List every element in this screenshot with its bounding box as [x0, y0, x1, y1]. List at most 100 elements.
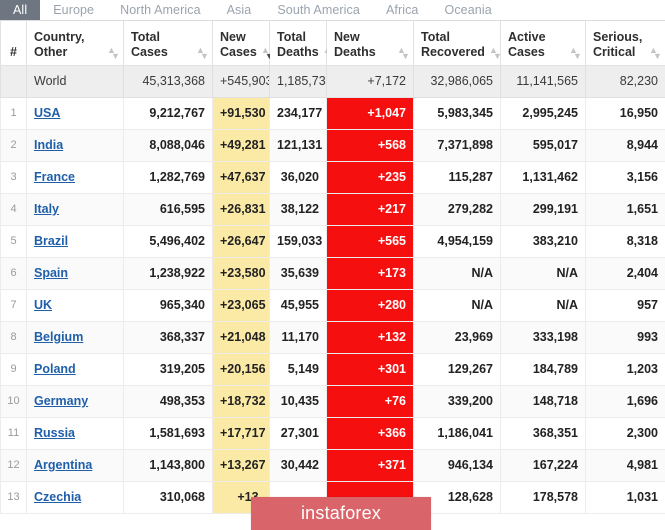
region-tab-south-america[interactable]: South America — [264, 0, 373, 20]
row-total-deaths: 36,020 — [269, 160, 327, 194]
row-total-deaths: 1,185,738 — [269, 64, 327, 98]
row-country: Spain — [26, 256, 124, 290]
sort-toggle-icon[interactable]: ▲▼ — [196, 45, 209, 60]
row-rank: 2 — [0, 128, 27, 162]
row-rank: 6 — [0, 256, 27, 290]
row-new-cases: +17,717 — [212, 416, 270, 450]
country-link[interactable]: Russia — [34, 426, 75, 440]
row-country: Italy — [26, 192, 124, 226]
column-header-content: TotalDeaths▲▼ — [277, 29, 336, 61]
table-row: 3 France 1,282,769 +47,637 36,020 +235 115,287… — [0, 160, 665, 194]
column-header-label: Total Cases — [131, 30, 168, 60]
row-new-cases: +26,647 — [212, 224, 270, 258]
watermark-label: instaforex — [300, 503, 382, 523]
sort-toggle-icon[interactable]: ▲▼ — [489, 45, 502, 60]
column-header-label: New Cases — [220, 30, 257, 60]
region-tab-north-america[interactable]: North America — [107, 0, 214, 20]
row-serious-critical: 957 — [585, 288, 665, 322]
row-new-deaths: +235 — [326, 160, 414, 194]
row-active-cases: 368,351 — [500, 416, 586, 450]
sort-toggle-icon[interactable]: ▲▼ — [569, 45, 582, 60]
country-link[interactable]: France — [34, 170, 75, 184]
row-active-cases: 595,017 — [500, 128, 586, 162]
country-link[interactable]: Italy — [34, 202, 59, 216]
row-active-cases: N/A — [500, 256, 586, 290]
row-serious-critical: 1,203 — [585, 352, 665, 386]
column-header-line1: Total — [277, 29, 306, 44]
row-country: Brazil — [26, 224, 124, 258]
row-active-cases: 1,131,462 — [500, 160, 586, 194]
region-tab-oceania[interactable]: Oceania — [432, 0, 505, 20]
sort-toggle-icon[interactable]: ▲▼ — [397, 45, 410, 60]
row-new-cases: +49,281 — [212, 128, 270, 162]
row-total-deaths: 30,442 — [269, 448, 327, 482]
column-header-line2: Deaths — [334, 44, 376, 59]
sort-toggle-icon[interactable]: ▲▼ — [107, 45, 120, 60]
column-header-label: Serious, Critical — [593, 30, 642, 60]
row-serious-critical: 8,944 — [585, 128, 665, 162]
country-link[interactable]: Germany — [34, 394, 88, 408]
column-header-country[interactable]: Country, Other ▲ ▼ — [26, 21, 124, 66]
row-total-deaths: 35,639 — [269, 256, 327, 290]
column-header-content: New Deaths ▲ ▼ — [334, 29, 410, 61]
row-rank: 9 — [0, 352, 27, 386]
column-header-ncases[interactable]: NewCases ▲▼ — [212, 21, 274, 66]
covid-data-table: #Country,Other▲▼TotalCases▲▼NewCases▲▼To… — [0, 21, 665, 514]
row-new-cases: +23,580 — [212, 256, 270, 290]
row-new-cases: +20,156 — [212, 352, 270, 386]
row-total-cases: 45,313,368 — [123, 64, 213, 98]
column-header-content: Total Cases ▲ ▼ — [131, 30, 209, 61]
row-serious-critical: 8,318 — [585, 224, 665, 258]
country-link[interactable]: Brazil — [34, 234, 68, 248]
row-new-cases: +545,903 — [212, 64, 270, 98]
column-header-ndeaths[interactable]: New Deaths ▲ ▼ — [326, 21, 414, 66]
column-header-trec[interactable]: Total Recovered ▲ ▼ — [413, 21, 502, 66]
column-header-line1: Active — [508, 29, 546, 44]
column-header-tdeaths[interactable]: TotalDeaths▲▼ — [269, 21, 336, 66]
region-tab-all[interactable]: All — [0, 0, 41, 20]
covid-table-page: All Europe North America Asia South America A… — [0, 0, 665, 530]
table-row: 2 India 8,088,046 +49,281 121,131 +568 7,371,8… — [0, 128, 665, 162]
region-tab-africa[interactable]: Africa — [373, 0, 432, 20]
country-link[interactable]: Belgium — [34, 330, 83, 344]
country-link[interactable]: India — [34, 138, 63, 152]
country-link[interactable]: Spain — [34, 266, 68, 280]
row-country: Russia — [26, 416, 124, 450]
column-header-line2: Cases — [131, 44, 168, 59]
column-header-rank[interactable]: # — [0, 21, 27, 66]
row-serious-critical: 1,031 — [585, 480, 665, 514]
row-total-recovered: 5,983,345 — [413, 96, 501, 130]
column-header-serious[interactable]: Serious, Critical ▲ ▼ — [585, 21, 665, 66]
column-header-line1: New — [334, 29, 360, 44]
country-link[interactable]: UK — [34, 298, 52, 312]
row-total-cases: 616,595 — [123, 192, 213, 226]
column-header-active[interactable]: Active Cases ▲ ▼ — [500, 21, 586, 66]
row-new-cases: +47,637 — [212, 160, 270, 194]
table-row: 5 Brazil 5,496,402 +26,647 159,033 +565 4,954,… — [0, 224, 665, 258]
table-row: 4 Italy 616,595 +26,831 38,122 +217 279,282 299… — [0, 192, 665, 226]
country-link[interactable]: Poland — [34, 362, 76, 376]
column-header-content: Active Cases ▲ ▼ — [508, 29, 582, 61]
table-row: 1 USA 9,212,767 +91,530 234,177 +1,047 5,983,3… — [0, 96, 665, 130]
region-tab-asia[interactable]: Asia — [214, 0, 265, 20]
region-tab-europe[interactable]: Europe — [40, 0, 107, 20]
row-total-deaths: 121,131 — [269, 128, 327, 162]
row-country: Poland — [26, 352, 124, 386]
country-link[interactable]: Czechia — [34, 490, 81, 504]
row-total-recovered: 4,954,159 — [413, 224, 501, 258]
row-rank: 10 — [0, 384, 27, 418]
sort-descending-icon[interactable]: ▲▼ — [261, 45, 274, 60]
row-total-cases: 310,068 — [123, 480, 213, 514]
column-header-content: Country, Other ▲ ▼ — [34, 30, 120, 61]
column-header-line1: Total — [131, 29, 160, 44]
column-header-line2: Other — [34, 44, 68, 59]
row-serious-critical: 16,950 — [585, 96, 665, 130]
row-total-recovered: 946,134 — [413, 448, 501, 482]
column-header-line1: Serious, — [593, 29, 643, 44]
sort-toggle-icon[interactable]: ▲▼ — [649, 45, 662, 60]
row-new-cases: +18,732 — [212, 384, 270, 418]
column-header-tcases[interactable]: Total Cases ▲ ▼ — [123, 21, 213, 66]
country-link[interactable]: Argentina — [34, 458, 92, 472]
row-new-cases: +23,065 — [212, 288, 270, 322]
country-link[interactable]: USA — [34, 106, 60, 120]
